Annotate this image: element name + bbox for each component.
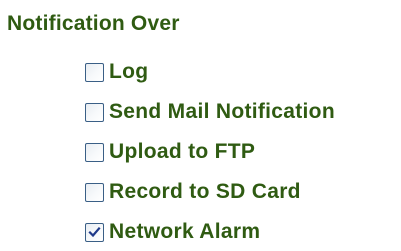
send-mail-notification-label[interactable]: Send Mail Notification (109, 100, 335, 124)
notification-panel: Notification Over Log Send Mail Notifica… (0, 0, 401, 251)
record-to-sd-card-checkbox[interactable] (85, 182, 104, 202)
option-log[interactable]: Log (85, 52, 335, 92)
network-alarm-checkbox[interactable] (85, 222, 104, 242)
log-checkbox[interactable] (85, 62, 104, 82)
section-title: Notification Over (7, 12, 180, 35)
option-send-mail-notification[interactable]: Send Mail Notification (85, 92, 335, 132)
option-record-to-sd-card[interactable]: Record to SD Card (85, 172, 335, 212)
record-to-sd-card-label[interactable]: Record to SD Card (109, 180, 301, 204)
upload-to-ftp-label[interactable]: Upload to FTP (109, 140, 255, 164)
log-label[interactable]: Log (109, 60, 148, 84)
option-upload-to-ftp[interactable]: Upload to FTP (85, 132, 335, 172)
send-mail-notification-checkbox[interactable] (85, 102, 104, 122)
upload-to-ftp-checkbox[interactable] (85, 142, 104, 162)
network-alarm-label[interactable]: Network Alarm (109, 220, 260, 244)
notification-options-list: Log Send Mail Notification Upload to FTP… (85, 52, 335, 251)
checkmark-icon (88, 226, 101, 237)
option-network-alarm[interactable]: Network Alarm (85, 212, 335, 251)
